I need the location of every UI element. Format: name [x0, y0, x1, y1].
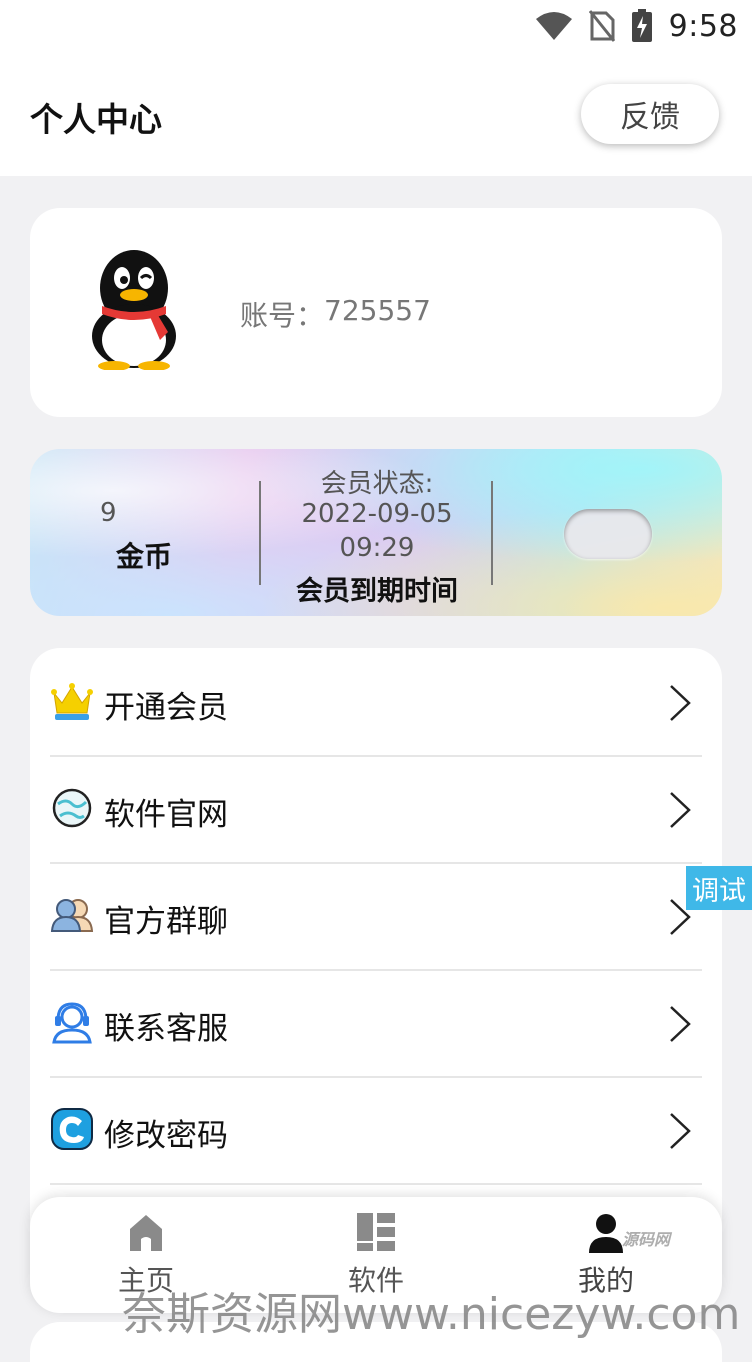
coins-label: 金币	[116, 540, 173, 573]
chevron-right-icon	[670, 685, 691, 721]
customer-service-icon	[52, 1002, 92, 1044]
membership-stats-card: 9 金币 会员状态: 2022-09-05 09:29 会员到期时间	[30, 449, 722, 616]
apps-grid-icon	[357, 1213, 395, 1251]
stats-divider	[259, 481, 261, 585]
account-info: 账号： 725557	[240, 294, 431, 334]
chevron-right-icon	[670, 792, 691, 828]
status-time: 9:58	[668, 8, 738, 44]
stats-action-button[interactable]	[564, 509, 652, 559]
coins-value: 9	[100, 498, 117, 528]
profile-card: 账号： 725557	[30, 208, 722, 417]
menu-item-label: 联系客服	[104, 1011, 228, 1047]
menu-item-label: 开通会员	[104, 690, 228, 726]
menu-item-customer-service[interactable]: 联系客服	[50, 969, 702, 1078]
feedback-button[interactable]: 反馈	[581, 84, 719, 144]
person-icon	[589, 1214, 623, 1253]
menu-item-official-site[interactable]: 软件官网	[50, 755, 702, 864]
no-sim-icon	[588, 10, 615, 42]
page-title: 个人中心	[30, 100, 162, 139]
chevron-right-icon	[670, 1113, 691, 1149]
status-bar: 9:58	[535, 6, 738, 46]
stats-divider	[491, 481, 493, 585]
member-status-label: 会员状态:	[320, 469, 434, 499]
watermark-text: 奈斯资源网www.nicezyw.com	[122, 1289, 741, 1340]
chevron-right-icon	[670, 1006, 691, 1042]
edit-password-icon	[51, 1108, 93, 1150]
home-icon	[130, 1215, 162, 1251]
account-label: 账号：	[240, 299, 325, 332]
account-value: 725557	[324, 294, 431, 327]
group-chat-icon	[50, 899, 94, 932]
coins-stat: 9 金币	[30, 449, 260, 616]
debug-tab[interactable]: 调试	[686, 866, 752, 910]
menu-item-label: 软件官网	[104, 797, 228, 833]
watermark-overlay: 源码网	[622, 1230, 671, 1249]
menu-item-label: 官方群聊	[104, 904, 228, 940]
crown-icon	[51, 683, 93, 720]
wifi-icon	[535, 12, 572, 40]
menu-item-change-password[interactable]: 修改密码	[50, 1076, 702, 1185]
app-header: 9:58 个人中心 反馈	[0, 0, 752, 176]
qq-penguin-avatar[interactable]	[86, 248, 182, 370]
battery-charging-icon	[631, 9, 652, 42]
member-stat: 会员状态: 2022-09-05 09:29 会员到期时间	[262, 449, 492, 616]
menu-card: 开通会员 软件官网 官方群聊 联系客服 修改密码	[30, 648, 722, 1268]
menu-item-group-chat[interactable]: 官方群聊	[50, 862, 702, 971]
menu-item-open-vip[interactable]: 开通会员	[50, 648, 702, 757]
member-expiry-label: 会员到期时间	[296, 576, 458, 607]
menu-item-label: 修改密码	[104, 1118, 228, 1154]
member-expiry-value: 2022-09-05 09:29	[301, 499, 453, 563]
globe-icon	[52, 788, 92, 828]
